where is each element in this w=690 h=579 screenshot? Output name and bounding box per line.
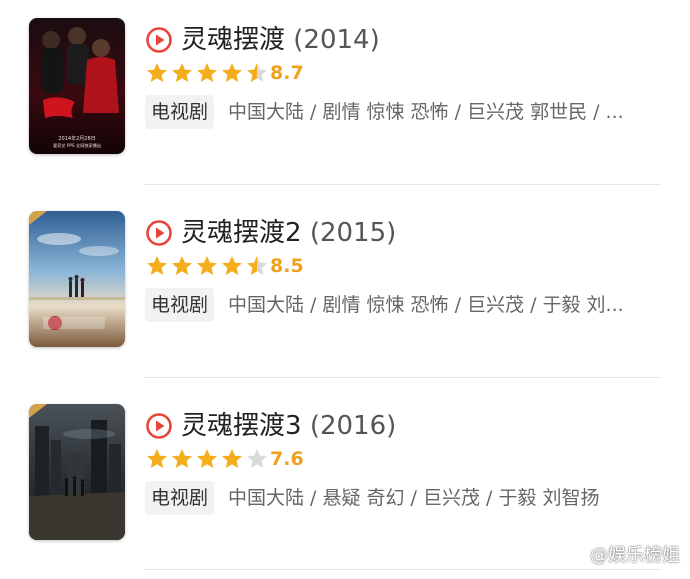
watermark: @娱乐榜姐 — [560, 539, 680, 569]
star-icon — [145, 447, 169, 471]
rating-score: 7.6 — [270, 448, 304, 470]
divider — [145, 184, 661, 185]
play-icon[interactable] — [145, 412, 173, 440]
star-icon — [220, 447, 244, 471]
star-rating — [145, 61, 269, 85]
title-year: (2015) — [309, 218, 397, 248]
rating-score: 8.7 — [270, 62, 304, 84]
poster-image[interactable] — [29, 404, 125, 540]
title-text: 灵魂摆渡2 — [181, 218, 302, 248]
star-icon — [170, 254, 194, 278]
star-icon — [145, 254, 169, 278]
item-meta: 中国大陆 / 剧情 惊悚 恐怖 / 巨兴茂 郭世民 / ... — [228, 101, 624, 123]
star-icon — [195, 61, 219, 85]
list-item[interactable]: 灵魂摆渡2 (2015) 8.5 电视剧 中国大陆 / 剧情 惊悚 恐怖 / 巨… — [0, 193, 690, 386]
poster-image[interactable] — [29, 211, 125, 347]
star-icon — [170, 61, 194, 85]
star-icon — [245, 254, 269, 278]
type-tag: 电视剧 — [145, 95, 215, 129]
list-item[interactable]: 2014年2月28日 爱奇艺 PPS 全网独家播出 灵魂摆渡 (2014) 8.… — [0, 0, 690, 193]
play-icon[interactable] — [145, 219, 173, 247]
star-icon — [245, 61, 269, 85]
type-tag: 电视剧 — [145, 288, 215, 322]
title-text: 灵魂摆渡3 — [181, 411, 302, 441]
type-tag: 电视剧 — [145, 481, 215, 515]
item-meta: 中国大陆 / 剧情 惊悚 恐怖 / 巨兴茂 / 于毅 刘... — [228, 294, 624, 316]
poster-caption-date: 2014年2月28日 — [58, 135, 95, 142]
star-icon — [195, 447, 219, 471]
title-year: (2016) — [309, 411, 397, 441]
item-title[interactable]: 灵魂摆渡2 (2015) — [181, 215, 396, 251]
divider — [145, 377, 661, 378]
star-rating — [145, 254, 269, 278]
star-icon — [245, 447, 269, 471]
star-icon — [220, 254, 244, 278]
play-icon[interactable] — [145, 26, 173, 54]
weibo-icon — [560, 543, 586, 565]
star-icon — [220, 61, 244, 85]
star-icon — [170, 447, 194, 471]
star-icon — [145, 61, 169, 85]
item-title[interactable]: 灵魂摆渡 (2014) — [181, 22, 380, 58]
rating-score: 8.5 — [270, 255, 304, 277]
title-text: 灵魂摆渡 — [181, 25, 286, 55]
title-year: (2014) — [293, 25, 380, 55]
item-title[interactable]: 灵魂摆渡3 (2016) — [181, 408, 396, 444]
poster-caption-platform: 爱奇艺 PPS 全网独家播出 — [53, 142, 101, 149]
poster-image[interactable]: 2014年2月28日 爱奇艺 PPS 全网独家播出 — [29, 18, 125, 154]
item-meta: 中国大陆 / 悬疑 奇幻 / 巨兴茂 / 于毅 刘智扬 — [228, 487, 600, 509]
star-icon — [195, 254, 219, 278]
star-rating — [145, 447, 269, 471]
divider — [145, 569, 661, 570]
watermark-text: @娱乐榜姐 — [590, 545, 680, 566]
